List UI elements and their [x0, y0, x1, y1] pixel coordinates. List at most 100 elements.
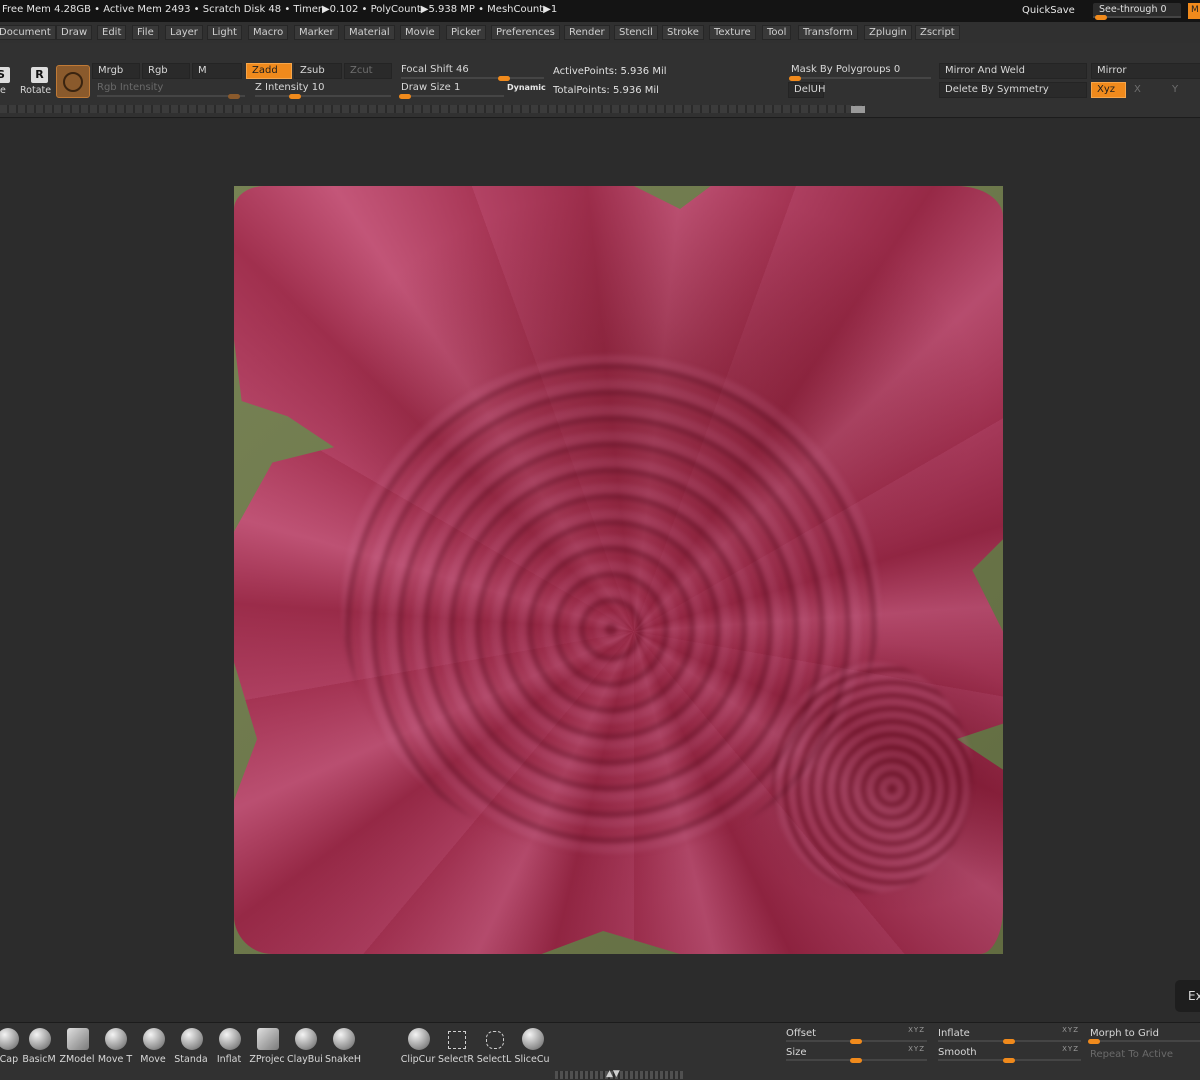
brush-basicm[interactable]: BasicM: [20, 1028, 58, 1068]
menu-document[interactable]: Document: [0, 25, 56, 40]
rgb-intensity-knob[interactable]: [228, 94, 240, 99]
tool-selectlasso[interactable]: SelectL: [475, 1028, 513, 1068]
mask-by-polygroups-slider[interactable]: Mask By Polygroups 0: [789, 63, 931, 81]
morph-to-grid-knob[interactable]: [1088, 1039, 1100, 1044]
brush-zmodeler[interactable]: ZModel: [58, 1028, 96, 1068]
zadd-button[interactable]: Zadd: [246, 63, 292, 79]
brush-snakehook[interactable]: SnakeH: [324, 1028, 362, 1068]
brush-zproject[interactable]: ZProjec: [248, 1028, 286, 1068]
x-axis-button[interactable]: X: [1128, 82, 1164, 98]
menus-toggle-button[interactable]: M: [1188, 3, 1200, 19]
mask-by-polygroups-knob[interactable]: [789, 76, 801, 81]
mrgb-button[interactable]: Mrgb: [92, 63, 140, 79]
size-knob[interactable]: [850, 1058, 862, 1063]
rgb-intensity-slider[interactable]: Rgb Intensity: [97, 81, 245, 99]
cube-icon: [67, 1028, 89, 1050]
quicksave-button[interactable]: QuickSave: [1022, 5, 1075, 16]
select-rect-icon: [448, 1031, 466, 1049]
select-lasso-icon: [486, 1031, 504, 1049]
draw-size-label: Draw Size 1: [401, 82, 461, 93]
menu-stroke[interactable]: Stroke: [662, 25, 704, 40]
brush-sphere-icon: [333, 1028, 355, 1050]
repeat-to-active-button[interactable]: Repeat To Active: [1090, 1047, 1200, 1063]
axis-toggle-icon[interactable]: XYZ: [1062, 1026, 1079, 1034]
tool-selectrect[interactable]: SelectR: [437, 1028, 475, 1068]
clip-curve-icon: [408, 1028, 430, 1050]
offset-slider[interactable]: Offset XYZ: [786, 1026, 927, 1044]
rotate-label: Rotate: [20, 85, 52, 96]
brush-sphere-icon: [219, 1028, 241, 1050]
brush-standard[interactable]: Standa: [172, 1028, 210, 1068]
bottom-shelf: tCap BasicM ZModel Move T Move Standa In…: [0, 1022, 1200, 1080]
z-intensity-knob[interactable]: [289, 94, 301, 99]
brush-claybuildup[interactable]: ClayBui: [286, 1028, 324, 1068]
menu-layer[interactable]: Layer: [165, 25, 203, 40]
menu-light[interactable]: Light: [207, 25, 242, 40]
scale-label: e: [0, 85, 6, 96]
draw-size-slider[interactable]: Draw Size 1: [399, 81, 504, 99]
size-slider[interactable]: Size XYZ: [786, 1045, 927, 1063]
menu-transform[interactable]: Transform: [798, 25, 858, 40]
menu-zplugin[interactable]: Zplugin: [864, 25, 912, 40]
y-axis-button[interactable]: Y: [1166, 82, 1200, 98]
document-canvas[interactable]: [234, 186, 1003, 954]
material-sphere-icon: [63, 72, 83, 92]
xyz-button[interactable]: Xyz: [1091, 82, 1126, 98]
focal-shift-label: Focal Shift 46: [401, 64, 469, 75]
rgb-button[interactable]: Rgb: [142, 63, 190, 79]
menu-edit[interactable]: Edit: [97, 25, 127, 40]
offset-knob[interactable]: [850, 1039, 862, 1044]
rotate-icon[interactable]: R: [31, 67, 48, 83]
brush-inflate[interactable]: Inflat: [210, 1028, 248, 1068]
morph-to-grid-slider[interactable]: Morph to Grid: [1088, 1026, 1200, 1044]
zcut-button[interactable]: Zcut: [344, 63, 392, 79]
material-button[interactable]: [56, 65, 90, 98]
smooth-slider[interactable]: Smooth XYZ: [938, 1045, 1081, 1063]
brush-sphere-icon: [29, 1028, 51, 1050]
deluh-button[interactable]: DelUH: [788, 82, 825, 98]
smooth-knob[interactable]: [1003, 1058, 1015, 1063]
menu-zscript[interactable]: Zscript: [915, 25, 960, 40]
see-through-knob[interactable]: [1095, 15, 1107, 20]
inflate-knob[interactable]: [1003, 1039, 1015, 1044]
menu-stencil[interactable]: Stencil: [614, 25, 658, 40]
see-through-slider[interactable]: See-through 0: [1093, 3, 1181, 20]
menu-tool[interactable]: Tool: [762, 25, 792, 40]
rgb-intensity-label: Rgb Intensity: [97, 82, 164, 93]
menu-macro[interactable]: Macro: [248, 25, 289, 40]
menu-texture[interactable]: Texture: [709, 25, 756, 40]
menu-render[interactable]: Render: [564, 25, 610, 40]
dynamic-toggle[interactable]: Dynamic: [507, 83, 546, 92]
z-intensity-slider[interactable]: Z Intensity 10: [255, 81, 391, 99]
slice-curve-icon: [522, 1028, 544, 1050]
axis-toggle-icon[interactable]: XYZ: [908, 1026, 925, 1034]
shelf-scrollbar-thumb[interactable]: [851, 106, 865, 113]
tool-slicecurve[interactable]: SliceCu: [513, 1028, 551, 1068]
menu-material[interactable]: Material: [344, 25, 395, 40]
zsub-button[interactable]: Zsub: [294, 63, 342, 79]
delete-by-symmetry-button[interactable]: Delete By Symmetry: [939, 82, 1087, 98]
tool-clipcurve[interactable]: ClipCur: [399, 1028, 437, 1068]
menu-picker[interactable]: Picker: [446, 25, 486, 40]
exit-button[interactable]: Ex: [1175, 980, 1200, 1012]
draw-size-knob[interactable]: [399, 94, 411, 99]
menu-file[interactable]: File: [132, 25, 159, 40]
brush-sphere-icon: [0, 1028, 19, 1050]
scale-icon[interactable]: S: [0, 67, 10, 83]
axis-toggle-icon[interactable]: XYZ: [1062, 1045, 1079, 1053]
mirror-and-weld-button[interactable]: Mirror And Weld: [939, 63, 1087, 79]
inflate-slider[interactable]: Inflate XYZ: [938, 1026, 1081, 1044]
menu-preferences[interactable]: Preferences: [491, 25, 560, 40]
expand-arrows-icon[interactable]: ▲▼: [606, 1069, 620, 1079]
brush-move[interactable]: Move: [134, 1028, 172, 1068]
mirror-button[interactable]: Mirror: [1091, 63, 1200, 79]
focal-shift-slider[interactable]: Focal Shift 46: [401, 63, 544, 81]
menu-draw[interactable]: Draw: [56, 25, 93, 40]
m-button[interactable]: M: [192, 63, 242, 79]
menu-marker[interactable]: Marker: [294, 25, 339, 40]
shelf-scrollbar[interactable]: [0, 105, 865, 113]
brush-move-topological[interactable]: Move T: [96, 1028, 134, 1068]
menu-movie[interactable]: Movie: [400, 25, 440, 40]
axis-toggle-icon[interactable]: XYZ: [908, 1045, 925, 1053]
brush-sphere-icon: [181, 1028, 203, 1050]
